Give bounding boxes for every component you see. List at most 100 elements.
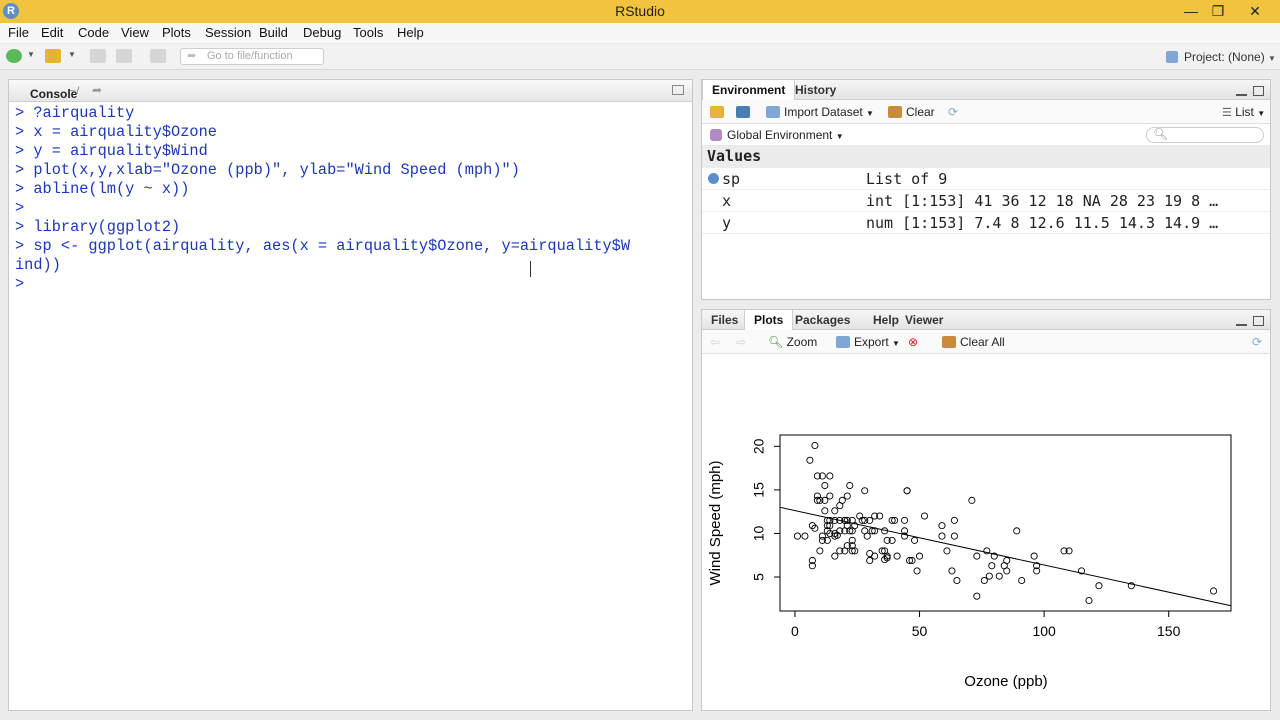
maximize-button[interactable]: ❐ <box>1203 0 1233 23</box>
import-dataset-button[interactable]: Import Dataset ▼ <box>766 105 874 119</box>
view-mode-menu[interactable]: ☰ List ▼ <box>1222 105 1265 119</box>
export-icon <box>836 336 850 348</box>
console-pane: Console ~/ ➦ > ?airquality > x = airqual… <box>8 79 693 711</box>
env-var-value: List of 9 <box>866 170 948 188</box>
previous-plot-icon[interactable]: ⇦ <box>710 335 720 349</box>
y-axis-label: Wind Speed (mph) <box>707 460 724 585</box>
data-point <box>1095 582 1103 590</box>
minimize-pane-icon[interactable] <box>1236 316 1247 326</box>
window-title: RStudio <box>615 3 665 19</box>
go-to-directory-icon[interactable]: ➦ <box>92 83 102 97</box>
console-maximize-icon[interactable] <box>672 85 684 95</box>
data-point <box>826 492 834 500</box>
menu-file[interactable]: File <box>8 25 29 40</box>
clear-objects-button[interactable]: Clear <box>888 105 935 119</box>
close-button[interactable]: ✕ <box>1240 0 1270 23</box>
minimize-pane-icon[interactable] <box>1236 86 1247 96</box>
data-point <box>843 492 851 500</box>
print-icon[interactable] <box>150 49 166 63</box>
y-tick-label: 15 <box>751 482 767 498</box>
data-point <box>980 576 988 585</box>
data-point <box>968 496 976 504</box>
clear-all-plots-button[interactable]: Clear All <box>942 335 1005 349</box>
scope-selector[interactable]: Global Environment ▼ <box>710 128 844 142</box>
console-output[interactable]: > ?airquality > x = airquality$Ozone > y… <box>9 102 692 296</box>
open-recent-dropdown-icon[interactable]: ▼ <box>68 50 76 59</box>
env-var-name: sp <box>722 170 741 188</box>
menu-plots[interactable]: Plots <box>162 25 191 40</box>
menu-help[interactable]: Help <box>397 25 424 40</box>
environment-search-input[interactable]: 🔍︎ <box>1146 127 1264 143</box>
expand-object-icon[interactable] <box>708 173 719 184</box>
project-label: Project: (None) <box>1184 50 1265 64</box>
menu-code[interactable]: Code <box>78 25 109 40</box>
data-point <box>826 472 834 480</box>
export-button[interactable]: Export ▼ <box>836 335 900 349</box>
menu-session[interactable]: Session <box>205 25 251 40</box>
console-line: > <box>15 199 25 217</box>
save-workspace-button[interactable] <box>736 105 754 119</box>
tab-packages[interactable]: Packages <box>786 310 859 330</box>
y-tick-label: 10 <box>751 525 767 541</box>
open-file-icon[interactable] <box>45 49 61 63</box>
data-point <box>831 507 839 515</box>
console-prompt[interactable]: > <box>15 275 686 294</box>
menu-tools[interactable]: Tools <box>353 25 383 40</box>
scope-bar: Global Environment ▼ 🔍︎ <box>702 124 1270 146</box>
x-tick-label: 0 <box>791 623 799 639</box>
env-row-x[interactable]: x int [1:153] 41 36 12 18 NA 28 23 19 8 … <box>702 190 1270 212</box>
data-point <box>831 552 839 560</box>
env-var-value: num [1:153] 7.4 8 12.6 11.5 14.3 14.9 … <box>866 214 1219 232</box>
menu-view[interactable]: View <box>121 25 149 40</box>
data-point <box>973 592 981 600</box>
plots-tabs: Files Plots Packages Help Viewer <box>702 310 1270 330</box>
minimize-button[interactable]: — <box>1176 0 1206 23</box>
tab-viewer[interactable]: Viewer <box>896 310 952 330</box>
env-row-sp[interactable]: sp List of 9 <box>702 168 1270 190</box>
remove-plot-icon[interactable]: ⊗ <box>908 335 918 349</box>
console-line: > ?airquality <box>15 104 135 122</box>
project-menu[interactable]: Project: (None) ▼ <box>1166 50 1276 64</box>
tab-history[interactable]: History <box>786 80 845 100</box>
data-point <box>861 527 869 535</box>
env-row-y[interactable]: y num [1:153] 7.4 8 12.6 11.5 14.3 14.9 … <box>702 212 1270 234</box>
next-plot-icon[interactable]: ⇨ <box>736 335 746 349</box>
plot-marks: 0 50 100 150 5 10 15 20 <box>751 438 1232 639</box>
x-tick-label: 100 <box>1032 623 1056 639</box>
pane-splitter[interactable] <box>693 79 701 711</box>
tab-environment[interactable]: Environment <box>702 80 796 100</box>
menu-bar: File Edit Code View Plots Session Build … <box>0 23 1280 43</box>
zoom-button[interactable]: 🔍︎ Zoom <box>768 335 817 349</box>
plot-frame <box>779 434 1232 612</box>
environment-toolbar: Import Dataset ▼ Clear ⟳ ☰ List ▼ <box>702 100 1270 124</box>
new-file-dropdown-icon[interactable]: ▼ <box>27 50 35 59</box>
data-point <box>821 507 829 515</box>
console-line: > abline(lm(y ~ x)) <box>15 180 190 198</box>
new-file-icon[interactable] <box>6 49 22 63</box>
search-icon: 🔍︎ <box>1153 127 1169 141</box>
environment-icon <box>710 129 722 141</box>
maximize-pane-icon[interactable] <box>1253 86 1264 96</box>
refresh-plot-icon[interactable]: ⟳ <box>1252 335 1262 349</box>
save-icon[interactable] <box>90 49 106 63</box>
menu-edit[interactable]: Edit <box>41 25 63 40</box>
save-icon <box>736 106 750 118</box>
menu-build[interactable]: Build <box>259 25 288 40</box>
data-point <box>948 567 956 575</box>
maximize-pane-icon[interactable] <box>1253 316 1264 326</box>
refresh-env-icon[interactable]: ⟳ <box>948 105 958 119</box>
load-workspace-button[interactable] <box>710 105 728 119</box>
save-all-icon[interactable] <box>116 49 132 63</box>
goto-file-input[interactable]: ➦ Go to file/function <box>180 48 324 65</box>
console-line: > plot(x,y,xlab="Ozone (ppb)", ylab="Win… <box>15 161 520 179</box>
data-point <box>988 562 996 570</box>
data-point <box>1210 587 1218 595</box>
menu-debug[interactable]: Debug <box>303 25 341 40</box>
zoom-label: Zoom <box>786 335 818 349</box>
list-icon: ☰ <box>1222 107 1232 119</box>
data-point <box>911 536 919 544</box>
env-var-name: x <box>722 192 732 210</box>
tab-files[interactable]: Files <box>702 310 747 330</box>
data-point <box>938 522 946 530</box>
dropdown-icon: ▼ <box>892 339 900 348</box>
